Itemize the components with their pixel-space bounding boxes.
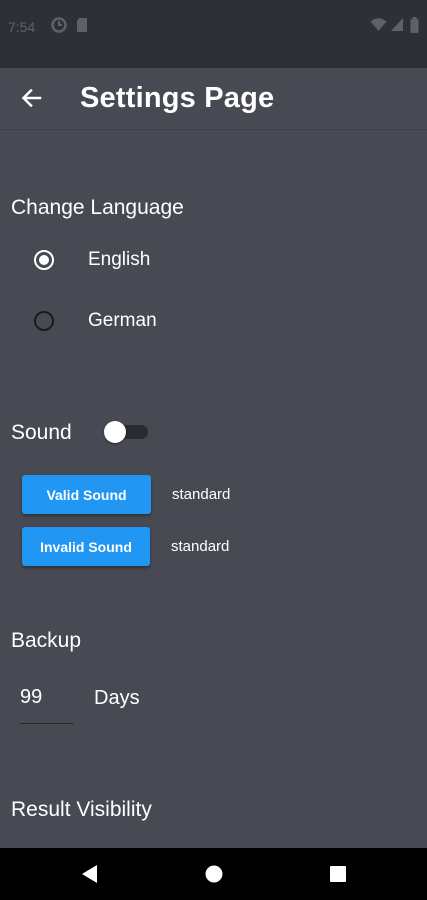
navigation-bar xyxy=(0,848,427,900)
invalid-sound-value: standard xyxy=(171,538,230,555)
valid-sound-button[interactable]: Valid Sound xyxy=(22,475,151,514)
data-saver-icon xyxy=(51,17,67,33)
back-button[interactable] xyxy=(14,83,48,117)
radio-label-german: German xyxy=(88,310,157,331)
invalid-sound-button[interactable]: Invalid Sound xyxy=(22,527,150,566)
status-time: 7:54 xyxy=(8,19,36,35)
result-visibility-section-title: Result Visibility xyxy=(11,798,152,821)
valid-sound-value: standard xyxy=(172,486,231,503)
switch-thumb xyxy=(104,421,126,443)
signal-icon xyxy=(390,17,404,32)
app-bar: Settings Page xyxy=(0,68,427,130)
back-triangle-icon[interactable] xyxy=(80,863,102,885)
recents-square-icon[interactable] xyxy=(327,863,349,885)
sound-toggle-switch[interactable] xyxy=(104,420,148,444)
radio-option-german[interactable]: German xyxy=(0,299,427,343)
sound-section-title: Sound xyxy=(11,421,72,444)
radio-button-unchecked[interactable] xyxy=(34,311,54,331)
status-bar: 7:54 xyxy=(0,0,427,68)
backup-days-label: Days xyxy=(94,687,140,709)
arrow-back-icon xyxy=(20,87,42,114)
battery-icon xyxy=(410,17,419,33)
sim-card-icon xyxy=(76,17,88,33)
radio-button-checked[interactable] xyxy=(34,250,54,270)
radio-label-english: English xyxy=(88,249,151,270)
radio-option-english[interactable]: English xyxy=(0,238,427,282)
home-circle-icon[interactable] xyxy=(203,863,225,885)
backup-section-title: Backup xyxy=(11,629,82,652)
wifi-icon xyxy=(370,17,387,32)
language-section-title: Change Language xyxy=(11,196,184,219)
page-title: Settings Page xyxy=(80,82,275,114)
backup-days-input[interactable]: 99 xyxy=(20,684,74,724)
